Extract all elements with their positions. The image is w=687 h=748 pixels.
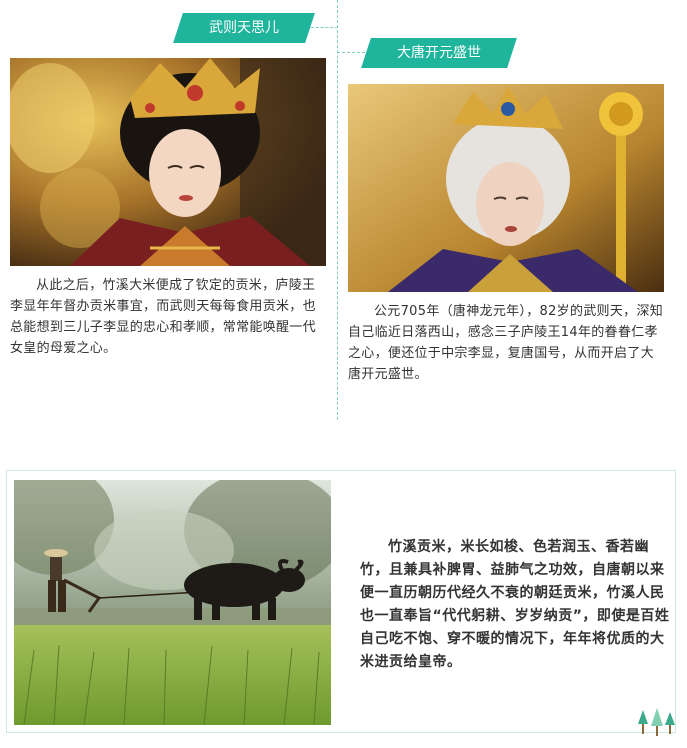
empress-photo [10,58,326,266]
tab-label: 大唐开元盛世 [397,45,481,61]
section-tab-wu-zetian: 武则天思儿 [173,13,315,43]
elderly-empress-photo [348,84,664,292]
rice-description-paragraph: 竹溪贡米，米长如梭、色若润玉、香若幽竹，且兼具补脾胃、益肺气之功效，自唐朝以来便… [360,539,670,670]
divider-line [311,27,338,28]
wu-zetian-paragraph: 从此之后，竹溪大米便成了钦定的贡米，庐陵王李显年年督办贡米事宜，而武则天每每食用… [10,278,316,356]
divider-line [337,52,365,53]
divider-line [337,0,338,420]
farmer-plowing-photo [14,480,331,725]
section-tab-tang-prosperity: 大唐开元盛世 [361,38,517,68]
tang-prosperity-paragraph: 公元705年（唐神龙元年），82岁的武则天，深知自己临近日落西山，感念三子庐陵王… [348,304,664,382]
tab-label: 武则天思儿 [209,20,279,36]
tree-decoration-icon [637,708,677,738]
